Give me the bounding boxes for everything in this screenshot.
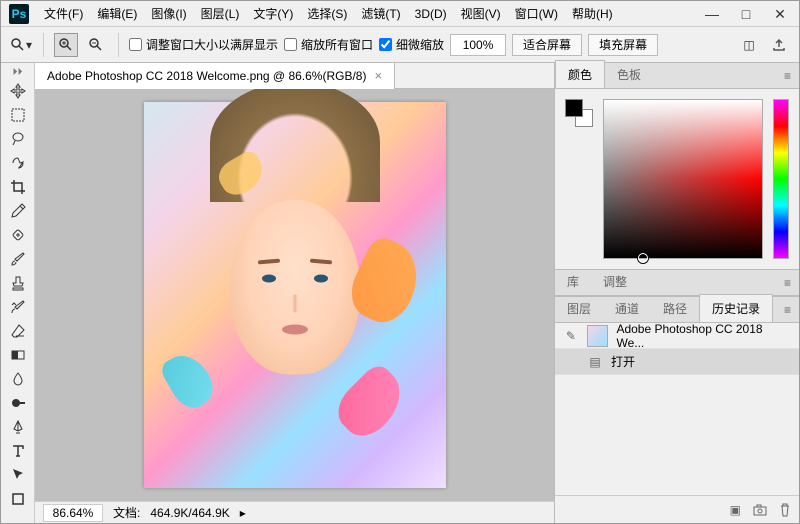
tab-adjustments[interactable]: 调整 xyxy=(591,268,639,295)
open-state-icon: ▤ xyxy=(587,354,603,370)
collapse-icon[interactable]: ⏵⏵ xyxy=(13,67,23,79)
path-select-tool[interactable] xyxy=(5,464,31,486)
tools-panel: ⏵⏵ xyxy=(1,63,35,523)
status-bar: 86.64% 文档: 464.9K/464.9K ▸ xyxy=(35,501,554,523)
tab-color[interactable]: 颜色 xyxy=(555,60,605,88)
shape-tool[interactable] xyxy=(5,488,31,510)
quick-select-tool[interactable] xyxy=(5,152,31,174)
zoom-all-checkbox[interactable]: 缩放所有窗口 xyxy=(284,36,373,53)
status-zoom-input[interactable]: 86.64% xyxy=(43,504,103,522)
tab-close-icon[interactable]: × xyxy=(374,68,382,83)
canvas-area[interactable] xyxy=(35,89,554,501)
history-brush-source-icon[interactable]: ✎ xyxy=(563,328,579,344)
resize-windows-checkbox[interactable]: 调整窗口大小以满屏显示 xyxy=(129,36,278,53)
lasso-tool[interactable] xyxy=(5,128,31,150)
menu-select[interactable]: 选择(S) xyxy=(300,1,354,27)
menu-edit[interactable]: 编辑(E) xyxy=(90,1,144,27)
options-bar: ▾ 调整窗口大小以满屏显示 缩放所有窗口 细微缩放 100% 适合屏幕 填充屏幕… xyxy=(1,27,799,63)
type-tool[interactable] xyxy=(5,440,31,462)
history-item-label: Adobe Photoshop CC 2018 We... xyxy=(616,322,791,350)
tab-library[interactable]: 库 xyxy=(555,268,591,295)
menu-bar: Ps 文件(F) 编辑(E) 图像(I) 图层(L) 文字(Y) 选择(S) 滤… xyxy=(1,1,799,27)
panels-column: 颜色 色板 ≡ 库 调整 ≡ 图层 通道 路径 历史记录 xyxy=(554,63,799,523)
brush-tool[interactable] xyxy=(5,248,31,270)
history-snapshot[interactable]: ✎ Adobe Photoshop CC 2018 We... xyxy=(555,323,799,349)
menu-type[interactable]: 文字(Y) xyxy=(246,1,300,27)
menu-layer[interactable]: 图层(L) xyxy=(194,1,247,27)
tab-title: Adobe Photoshop CC 2018 Welcome.png @ 86… xyxy=(47,69,366,83)
panel-toggle-icon[interactable]: ◫ xyxy=(737,33,761,57)
menu-file[interactable]: 文件(F) xyxy=(37,1,90,27)
color-panel xyxy=(555,89,799,269)
move-tool[interactable] xyxy=(5,80,31,102)
foreground-color[interactable] xyxy=(565,99,583,117)
menu-3d[interactable]: 3D(D) xyxy=(408,1,454,27)
menu-window[interactable]: 窗口(W) xyxy=(508,1,565,27)
tab-history[interactable]: 历史记录 xyxy=(699,294,773,322)
eraser-tool[interactable] xyxy=(5,320,31,342)
crop-tool[interactable] xyxy=(5,176,31,198)
zoom-out-icon[interactable] xyxy=(84,33,108,57)
menu-view[interactable]: 视图(V) xyxy=(454,1,508,27)
stamp-tool[interactable] xyxy=(5,272,31,294)
zoom-preset-icon[interactable]: ▾ xyxy=(9,33,33,57)
zoom-in-icon[interactable] xyxy=(54,33,78,57)
tab-paths[interactable]: 路径 xyxy=(651,295,699,322)
scrubby-zoom-checkbox[interactable]: 细微缩放 xyxy=(379,36,444,53)
delete-state-icon[interactable] xyxy=(779,503,791,517)
maximize-button[interactable]: □ xyxy=(731,4,761,24)
minimize-button[interactable]: — xyxy=(697,4,727,24)
dodge-tool[interactable] xyxy=(5,392,31,414)
gradient-tool[interactable] xyxy=(5,344,31,366)
hue-slider[interactable] xyxy=(773,99,789,259)
zoom-100-button[interactable]: 100% xyxy=(450,34,506,56)
marquee-tool[interactable] xyxy=(5,104,31,126)
panel-menu-icon[interactable]: ≡ xyxy=(776,271,799,295)
document-tabs: Adobe Photoshop CC 2018 Welcome.png @ 86… xyxy=(35,63,554,89)
color-field[interactable] xyxy=(603,99,763,259)
panel-menu-icon[interactable]: ≡ xyxy=(776,64,799,88)
eyedropper-tool[interactable] xyxy=(5,200,31,222)
menu-image[interactable]: 图像(I) xyxy=(144,1,193,27)
fill-screen-button[interactable]: 填充屏幕 xyxy=(588,34,658,56)
status-doc-size: 464.9K/464.9K xyxy=(150,506,229,520)
document-tab[interactable]: Adobe Photoshop CC 2018 Welcome.png @ 86… xyxy=(35,63,395,89)
blur-tool[interactable] xyxy=(5,368,31,390)
new-snapshot-icon[interactable] xyxy=(753,504,767,516)
history-brush-tool[interactable] xyxy=(5,296,31,318)
app-logo: Ps xyxy=(9,4,29,24)
history-item-label: 打开 xyxy=(611,353,635,370)
status-menu-icon[interactable]: ▸ xyxy=(240,506,246,520)
history-thumb xyxy=(587,325,609,347)
fg-bg-swatch[interactable] xyxy=(565,99,593,127)
new-document-from-state-icon[interactable]: ▣ xyxy=(730,503,741,517)
menu-filter[interactable]: 滤镜(T) xyxy=(354,1,407,27)
healing-tool[interactable] xyxy=(5,224,31,246)
menu-help[interactable]: 帮助(H) xyxy=(565,1,620,27)
status-doc-label: 文档: xyxy=(113,504,140,521)
tab-swatches[interactable]: 色板 xyxy=(605,61,653,88)
tab-channels[interactable]: 通道 xyxy=(603,295,651,322)
pen-tool[interactable] xyxy=(5,416,31,438)
history-panel-footer: ▣ xyxy=(555,495,799,523)
share-icon[interactable] xyxy=(767,33,791,57)
workspace: Adobe Photoshop CC 2018 Welcome.png @ 86… xyxy=(35,63,554,523)
close-button[interactable]: ✕ xyxy=(765,4,795,24)
panel-menu-icon[interactable]: ≡ xyxy=(776,298,799,322)
canvas-image xyxy=(144,102,446,488)
fit-screen-button[interactable]: 适合屏幕 xyxy=(512,34,582,56)
history-state[interactable]: ▤ 打开 xyxy=(555,349,799,375)
tab-layers[interactable]: 图层 xyxy=(555,295,603,322)
